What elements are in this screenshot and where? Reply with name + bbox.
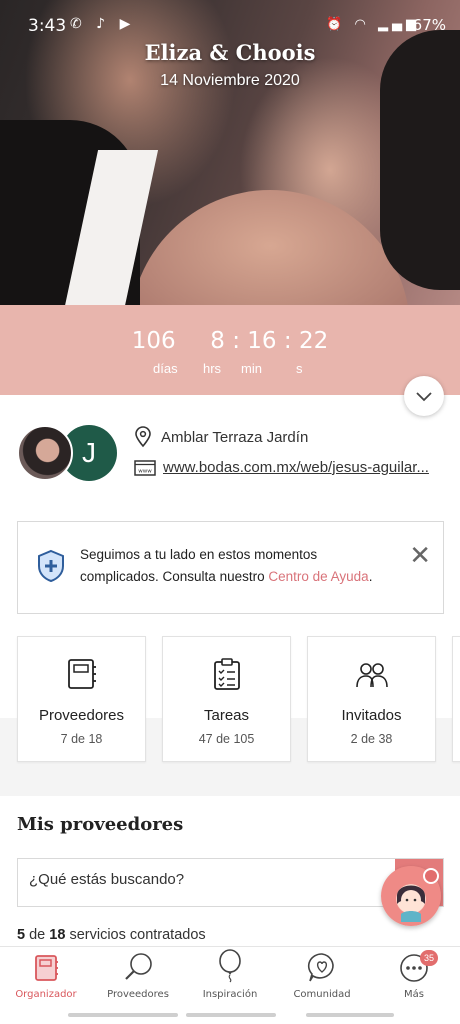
location-pin-icon xyxy=(135,426,151,448)
tasks-card[interactable]: Tareas 47 de 105 xyxy=(162,636,291,762)
card-count: 7 de 18 xyxy=(60,732,103,746)
svg-text:www: www xyxy=(138,468,152,474)
wedding-date: 14 Noviembre 2020 xyxy=(160,72,300,89)
wedding-countdown: 106 8 : 16 : 22 días hrs min s xyxy=(0,305,460,395)
hours-label: hrs xyxy=(203,361,222,376)
section-divider xyxy=(0,786,460,796)
countdown-seconds: 22 xyxy=(298,328,329,354)
notification-icons: ✆ ♪ ▶ xyxy=(70,16,136,32)
notification-badge xyxy=(423,868,439,884)
battery-level: 67% xyxy=(412,16,446,34)
gesture-segment xyxy=(186,1013,276,1017)
countdown-separator: : xyxy=(232,328,248,354)
countdown-hours: 8 xyxy=(210,328,225,354)
wedding-website-link[interactable]: www www.bodas.com.mx/web/jesus-aguilar..… xyxy=(134,459,444,476)
nav-label: Más xyxy=(404,989,424,1000)
clipboard-checklist-icon xyxy=(213,658,240,690)
website-url: www.bodas.com.mx/web/jesus-aguilar... xyxy=(163,459,429,476)
card-title: Tareas xyxy=(203,707,250,724)
nav-label: Inspiración xyxy=(202,989,258,1000)
avatar-initial: J xyxy=(82,437,96,468)
countdown-minutes: 16 xyxy=(247,328,277,354)
balloon-icon xyxy=(219,949,241,983)
vendors-card[interactable]: Proveedores 7 de 18 xyxy=(17,636,146,762)
planner-book-icon xyxy=(35,955,58,981)
guests-card[interactable]: Invitados 2 de 38 xyxy=(307,636,436,762)
card-title: Invitados xyxy=(341,707,402,724)
nav-comunidad[interactable]: Comunidad xyxy=(276,947,368,1009)
help-center-link[interactable]: Centro de Ayuda xyxy=(268,569,368,584)
nav-inspiracion[interactable]: Inspiración xyxy=(184,947,276,1009)
nav-label: Comunidad xyxy=(293,989,351,1000)
system-icons: ⏰ ◠ ▂▄▆ xyxy=(326,17,420,32)
total-services: 18 xyxy=(49,927,66,943)
nav-organizador[interactable]: Organizador xyxy=(0,947,92,1009)
next-card-peek[interactable] xyxy=(452,636,460,762)
venue-name: Amblar Terraza Jardín xyxy=(161,428,309,446)
card-count: 2 de 38 xyxy=(350,732,393,746)
photo-detail xyxy=(130,190,410,305)
chat-heart-icon xyxy=(307,953,334,982)
search-icon xyxy=(125,953,152,980)
covid-notice-card: Seguimos a tu lado en estos momentos com… xyxy=(17,521,444,614)
gesture-segment xyxy=(306,1013,394,1017)
countdown-values: 106 8 : 16 : 22 xyxy=(0,328,460,354)
card-title: Proveedores xyxy=(38,707,125,724)
expand-button[interactable] xyxy=(404,376,444,416)
contracted-label: servicios contratados xyxy=(69,927,206,943)
countdown-days: 106 xyxy=(131,328,176,354)
contracted-services-summary: 5 de 18 servicios contratados xyxy=(17,927,206,943)
notice-suffix: . xyxy=(368,569,373,584)
notice-text: Seguimos a tu lado en estos momentos com… xyxy=(80,544,390,588)
days-label: días xyxy=(153,361,178,376)
seconds-label: s xyxy=(296,361,303,376)
nav-mas[interactable]: 35 Más xyxy=(368,947,460,1009)
nav-proveedores[interactable]: Proveedores xyxy=(92,947,184,1009)
assistant-avatar-button[interactable] xyxy=(381,866,441,926)
vendors-book-icon xyxy=(67,659,96,689)
contracted-count: 5 xyxy=(17,927,26,943)
guests-couple-icon xyxy=(355,663,388,688)
system-gesture-bar xyxy=(0,1008,460,1024)
countdown-separator: : xyxy=(283,328,299,354)
shield-plus-icon xyxy=(38,549,64,583)
card-count: 47 de 105 xyxy=(198,732,255,746)
bottom-navigation: Organizador Proveedores Inspiración Comu… xyxy=(0,946,460,1008)
my-vendors-title: Mis proveedores xyxy=(17,814,184,835)
status-time: 3:43 xyxy=(28,16,67,36)
nav-label: Proveedores xyxy=(107,989,169,1000)
chevron-down-icon xyxy=(416,392,432,402)
more-badge: 35 xyxy=(420,950,438,966)
vendor-search-box[interactable] xyxy=(17,858,444,907)
close-icon[interactable]: ✕ xyxy=(409,540,431,571)
contracted-of: de xyxy=(29,927,46,943)
user-avatar[interactable] xyxy=(17,425,73,481)
photo-detail xyxy=(380,30,460,290)
venue-row[interactable]: Amblar Terraza Jardín xyxy=(134,426,308,448)
minutes-label: min xyxy=(241,361,262,376)
status-bar: 3:43 ✆ ♪ ▶ ⏰ ◠ ▂▄▆ 67% xyxy=(0,0,460,50)
gesture-segment xyxy=(68,1013,178,1017)
nav-label: Organizador xyxy=(15,989,77,1000)
web-icon: www xyxy=(134,459,156,476)
search-input[interactable] xyxy=(29,871,389,888)
